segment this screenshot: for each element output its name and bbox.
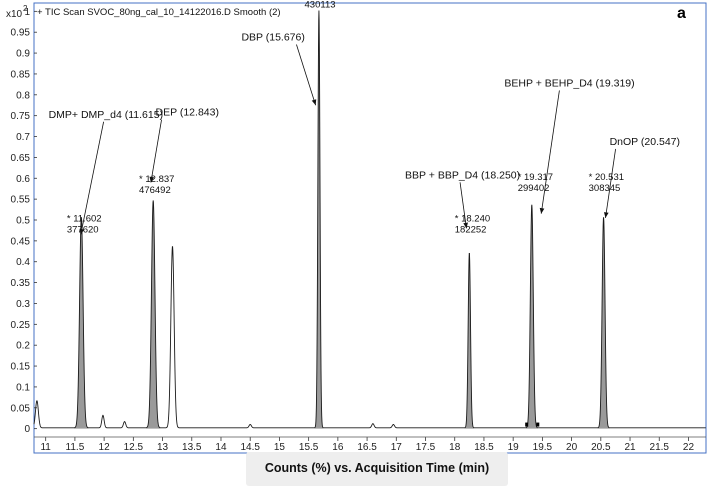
chromatogram-chart: 0 0.05 0.1 0.15 0.2 0.25 0.3 0.35 0.4 0.45 0.5 0.55…: [6, 0, 707, 454]
y-tick-label: 0.3: [16, 299, 30, 310]
x-tick-label: 13: [157, 442, 169, 453]
peak-area-label: 430113: [305, 0, 336, 10]
y-tick-label: 0.1: [16, 382, 30, 393]
y-tick-label: 0.7: [16, 132, 30, 143]
y-tick-label: 0.15: [11, 362, 31, 373]
compound-annotation: DEP (12.843): [156, 107, 219, 119]
x-tick-label: 11: [40, 442, 51, 453]
y-tick-label: 0.75: [11, 111, 31, 122]
y-tick-label: 0.6: [16, 174, 30, 185]
peak-time-label: * 18.240: [455, 214, 490, 225]
peak-area-label: 308345: [589, 183, 621, 194]
y-tick-label: 0.05: [11, 403, 31, 414]
compound-annotation: DnOP (20.547): [610, 136, 680, 148]
y-tick-label: 0.95: [11, 28, 31, 39]
panel-label: a: [677, 5, 686, 22]
x-tick-label: 12: [99, 442, 111, 453]
y-tick-label: 0.8: [16, 90, 30, 101]
x-axis-label-box: Counts (%) vs. Acquisition Time (min): [246, 452, 508, 486]
y-scale-label: x10: [6, 9, 23, 20]
x-tick-label: 21.5: [650, 442, 670, 453]
x-tick-label: 11.5: [66, 442, 85, 453]
integration-marker: [536, 422, 540, 427]
x-tick-label: 13.5: [182, 442, 202, 453]
y-tick-label: 0.35: [11, 278, 31, 289]
x-tick-label: 14: [215, 442, 227, 453]
compound-annotation: BEHP + BEHP_D4 (19.319): [504, 77, 634, 89]
integration-marker: [525, 422, 529, 427]
peak-time-label: * 12.837: [139, 174, 174, 185]
peak-time-label: * 20.531: [589, 172, 624, 183]
y-tick-label: 0.55: [11, 195, 31, 206]
y-tick-label: 0.85: [11, 69, 31, 80]
compound-annotation: DBP (15.676): [241, 32, 304, 44]
compound-annotation: BBP + BBP_D4 (18.250): [405, 169, 520, 181]
peak-area-label: 182252: [455, 225, 487, 236]
x-tick-label: 19.5: [533, 442, 553, 453]
y-tick-label: 0.9: [16, 49, 30, 60]
compound-annotation: DMP+ DMP_d4 (11.615): [49, 109, 163, 121]
y-tick-label: 0.45: [11, 236, 31, 247]
y-tick-label: 0.65: [11, 153, 31, 164]
x-tick-label: 20.5: [591, 442, 611, 453]
y-tick-label: 0.2: [16, 341, 30, 352]
x-tick-label: 21: [624, 442, 636, 453]
x-axis-label: Counts (%) vs. Acquisition Time (min): [264, 461, 490, 475]
peak-area-label: 476492: [139, 185, 171, 196]
x-tick-label: 22: [683, 442, 695, 453]
y-tick-label: 0.5: [16, 216, 30, 227]
y-tick-label: 0.4: [16, 257, 30, 268]
x-tick-label: 19: [508, 442, 520, 453]
y-scale-exponent: 2: [23, 4, 28, 13]
y-tick-label: 0.25: [11, 320, 31, 331]
x-tick-label: 20: [566, 442, 578, 453]
chart-header: + TIC Scan SVOC_80ng_cal_10_14122016.D S…: [37, 7, 281, 18]
y-tick-label: 0: [24, 424, 30, 435]
peak-time-label: * 19.317: [518, 172, 553, 183]
x-tick-label: 12.5: [124, 442, 144, 453]
